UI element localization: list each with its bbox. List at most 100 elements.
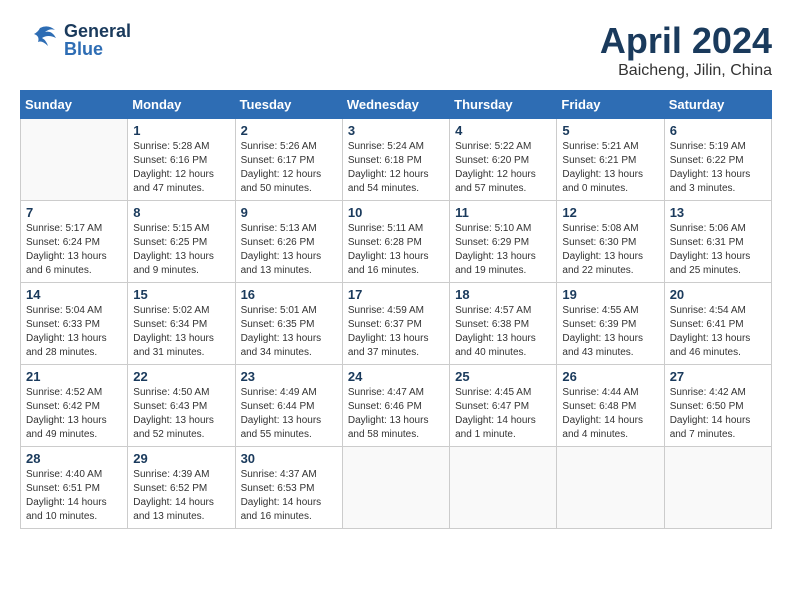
calendar-cell: 6 Sunrise: 5:19 AM Sunset: 6:22 PM Daylig…	[664, 119, 771, 201]
calendar-cell: 28 Sunrise: 4:40 AM Sunset: 6:51 PM Dayli…	[21, 447, 128, 529]
day-info: Sunrise: 5:02 AM Sunset: 6:34 PM Dayligh…	[133, 304, 229, 360]
weekday-header-sunday: Sunday	[21, 91, 128, 119]
week-row-1: 1Sunrise: 5:28 AM Sunset: 6:16 PM Daylig…	[21, 119, 772, 201]
day-number: 8	[133, 205, 229, 220]
day-info: Sunrise: 5:08 AM Sunset: 6:30 PM Dayligh…	[562, 222, 658, 278]
day-number: 6	[670, 123, 766, 138]
day-info: Sunrise: 5:26 AM Sunset: 6:17 PM Dayligh…	[241, 140, 337, 196]
day-info: Sunrise: 5:13 AM Sunset: 6:26 PM Dayligh…	[241, 222, 337, 278]
weekday-header-monday: Monday	[128, 91, 235, 119]
day-info: Sunrise: 4:59 AM Sunset: 6:37 PM Dayligh…	[348, 304, 444, 360]
day-number: 22	[133, 369, 229, 384]
day-number: 9	[241, 205, 337, 220]
calendar-cell: 19Sunrise: 4:55 AM Sunset: 6:39 PM Dayli…	[557, 283, 664, 365]
weekday-header-wednesday: Wednesday	[342, 91, 449, 119]
day-info: Sunrise: 5:04 AM Sunset: 6:33 PM Dayligh…	[26, 304, 122, 360]
day-info: Sunrise: 4:47 AM Sunset: 6:46 PM Dayligh…	[348, 386, 444, 442]
day-number: 29	[133, 451, 229, 466]
calendar-cell	[450, 447, 557, 529]
day-info: Sunrise: 5:22 AM Sunset: 6:20 PM Dayligh…	[455, 140, 551, 196]
calendar-cell: 20 Sunrise: 4:54 AM Sunset: 6:41 PM Dayli…	[664, 283, 771, 365]
calendar-cell: 15 Sunrise: 5:02 AM Sunset: 6:34 PM Dayli…	[128, 283, 235, 365]
weekday-header-row: SundayMondayTuesdayWednesdayThursdayFrid…	[21, 91, 772, 119]
day-info: Sunrise: 4:52 AM Sunset: 6:42 PM Dayligh…	[26, 386, 122, 442]
calendar-cell	[342, 447, 449, 529]
day-number: 15	[133, 287, 229, 302]
calendar-cell: 4 Sunrise: 5:22 AM Sunset: 6:20 PM Daylig…	[450, 119, 557, 201]
day-number: 19	[562, 287, 658, 302]
month-title: April 2024	[600, 20, 772, 62]
day-info: Sunrise: 5:21 AM Sunset: 6:21 PM Dayligh…	[562, 140, 658, 196]
calendar-cell: 22 Sunrise: 4:50 AM Sunset: 6:43 PM Dayli…	[128, 365, 235, 447]
day-info: Sunrise: 4:44 AM Sunset: 6:48 PM Dayligh…	[562, 386, 658, 442]
logo-general-text: General	[64, 22, 131, 40]
day-info: Sunrise: 4:42 AM Sunset: 6:50 PM Dayligh…	[670, 386, 766, 442]
calendar-cell: 23 Sunrise: 4:49 AM Sunset: 6:44 PM Dayli…	[235, 365, 342, 447]
calendar-cell: 25 Sunrise: 4:45 AM Sunset: 6:47 PM Dayli…	[450, 365, 557, 447]
day-number: 27	[670, 369, 766, 384]
day-number: 20	[670, 287, 766, 302]
day-number: 12	[562, 205, 658, 220]
logo: General Blue	[20, 20, 131, 60]
title-block: April 2024 Baicheng, Jilin, China	[600, 20, 772, 80]
week-row-4: 21 Sunrise: 4:52 AM Sunset: 6:42 PM Dayli…	[21, 365, 772, 447]
calendar-cell	[664, 447, 771, 529]
day-number: 26	[562, 369, 658, 384]
calendar-cell: 8Sunrise: 5:15 AM Sunset: 6:25 PM Daylig…	[128, 201, 235, 283]
calendar-cell: 24Sunrise: 4:47 AM Sunset: 6:46 PM Dayli…	[342, 365, 449, 447]
day-info: Sunrise: 5:17 AM Sunset: 6:24 PM Dayligh…	[26, 222, 122, 278]
calendar-cell: 26 Sunrise: 4:44 AM Sunset: 6:48 PM Dayli…	[557, 365, 664, 447]
day-info: Sunrise: 5:28 AM Sunset: 6:16 PM Dayligh…	[133, 140, 229, 196]
day-info: Sunrise: 4:49 AM Sunset: 6:44 PM Dayligh…	[241, 386, 337, 442]
weekday-header-saturday: Saturday	[664, 91, 771, 119]
day-number: 14	[26, 287, 122, 302]
day-info: Sunrise: 5:06 AM Sunset: 6:31 PM Dayligh…	[670, 222, 766, 278]
day-number: 25	[455, 369, 551, 384]
day-info: Sunrise: 4:50 AM Sunset: 6:43 PM Dayligh…	[133, 386, 229, 442]
week-row-3: 14 Sunrise: 5:04 AM Sunset: 6:33 PM Dayli…	[21, 283, 772, 365]
weekday-header-friday: Friday	[557, 91, 664, 119]
day-info: Sunrise: 4:40 AM Sunset: 6:51 PM Dayligh…	[26, 468, 122, 524]
weekday-header-thursday: Thursday	[450, 91, 557, 119]
calendar-cell: 7 Sunrise: 5:17 AM Sunset: 6:24 PM Daylig…	[21, 201, 128, 283]
calendar-cell	[21, 119, 128, 201]
day-info: Sunrise: 4:54 AM Sunset: 6:41 PM Dayligh…	[670, 304, 766, 360]
day-info: Sunrise: 4:57 AM Sunset: 6:38 PM Dayligh…	[455, 304, 551, 360]
day-number: 16	[241, 287, 337, 302]
day-number: 2	[241, 123, 337, 138]
day-number: 11	[455, 205, 551, 220]
day-info: Sunrise: 4:45 AM Sunset: 6:47 PM Dayligh…	[455, 386, 551, 442]
day-number: 4	[455, 123, 551, 138]
day-info: Sunrise: 5:10 AM Sunset: 6:29 PM Dayligh…	[455, 222, 551, 278]
calendar-cell: 17 Sunrise: 4:59 AM Sunset: 6:37 PM Dayli…	[342, 283, 449, 365]
calendar-cell: 27 Sunrise: 4:42 AM Sunset: 6:50 PM Dayli…	[664, 365, 771, 447]
day-info: Sunrise: 4:37 AM Sunset: 6:53 PM Dayligh…	[241, 468, 337, 524]
calendar-cell: 3 Sunrise: 5:24 AM Sunset: 6:18 PM Daylig…	[342, 119, 449, 201]
calendar-cell: 12 Sunrise: 5:08 AM Sunset: 6:30 PM Dayli…	[557, 201, 664, 283]
page-header: General Blue April 2024 Baicheng, Jilin,…	[20, 20, 772, 80]
day-number: 17	[348, 287, 444, 302]
location: Baicheng, Jilin, China	[600, 62, 772, 80]
calendar-cell: 1Sunrise: 5:28 AM Sunset: 6:16 PM Daylig…	[128, 119, 235, 201]
calendar-cell: 14 Sunrise: 5:04 AM Sunset: 6:33 PM Dayli…	[21, 283, 128, 365]
day-info: Sunrise: 5:11 AM Sunset: 6:28 PM Dayligh…	[348, 222, 444, 278]
calendar-cell: 30 Sunrise: 4:37 AM Sunset: 6:53 PM Dayli…	[235, 447, 342, 529]
day-number: 7	[26, 205, 122, 220]
week-row-5: 28 Sunrise: 4:40 AM Sunset: 6:51 PM Dayli…	[21, 447, 772, 529]
day-number: 3	[348, 123, 444, 138]
week-row-2: 7 Sunrise: 5:17 AM Sunset: 6:24 PM Daylig…	[21, 201, 772, 283]
day-number: 13	[670, 205, 766, 220]
day-number: 28	[26, 451, 122, 466]
calendar-cell: 21 Sunrise: 4:52 AM Sunset: 6:42 PM Dayli…	[21, 365, 128, 447]
day-number: 10	[348, 205, 444, 220]
day-info: Sunrise: 5:24 AM Sunset: 6:18 PM Dayligh…	[348, 140, 444, 196]
day-number: 23	[241, 369, 337, 384]
calendar-cell: 29Sunrise: 4:39 AM Sunset: 6:52 PM Dayli…	[128, 447, 235, 529]
day-number: 21	[26, 369, 122, 384]
day-number: 30	[241, 451, 337, 466]
weekday-header-tuesday: Tuesday	[235, 91, 342, 119]
logo-label: General Blue	[64, 22, 131, 58]
calendar-cell: 16Sunrise: 5:01 AM Sunset: 6:35 PM Dayli…	[235, 283, 342, 365]
day-number: 5	[562, 123, 658, 138]
day-info: Sunrise: 5:19 AM Sunset: 6:22 PM Dayligh…	[670, 140, 766, 196]
